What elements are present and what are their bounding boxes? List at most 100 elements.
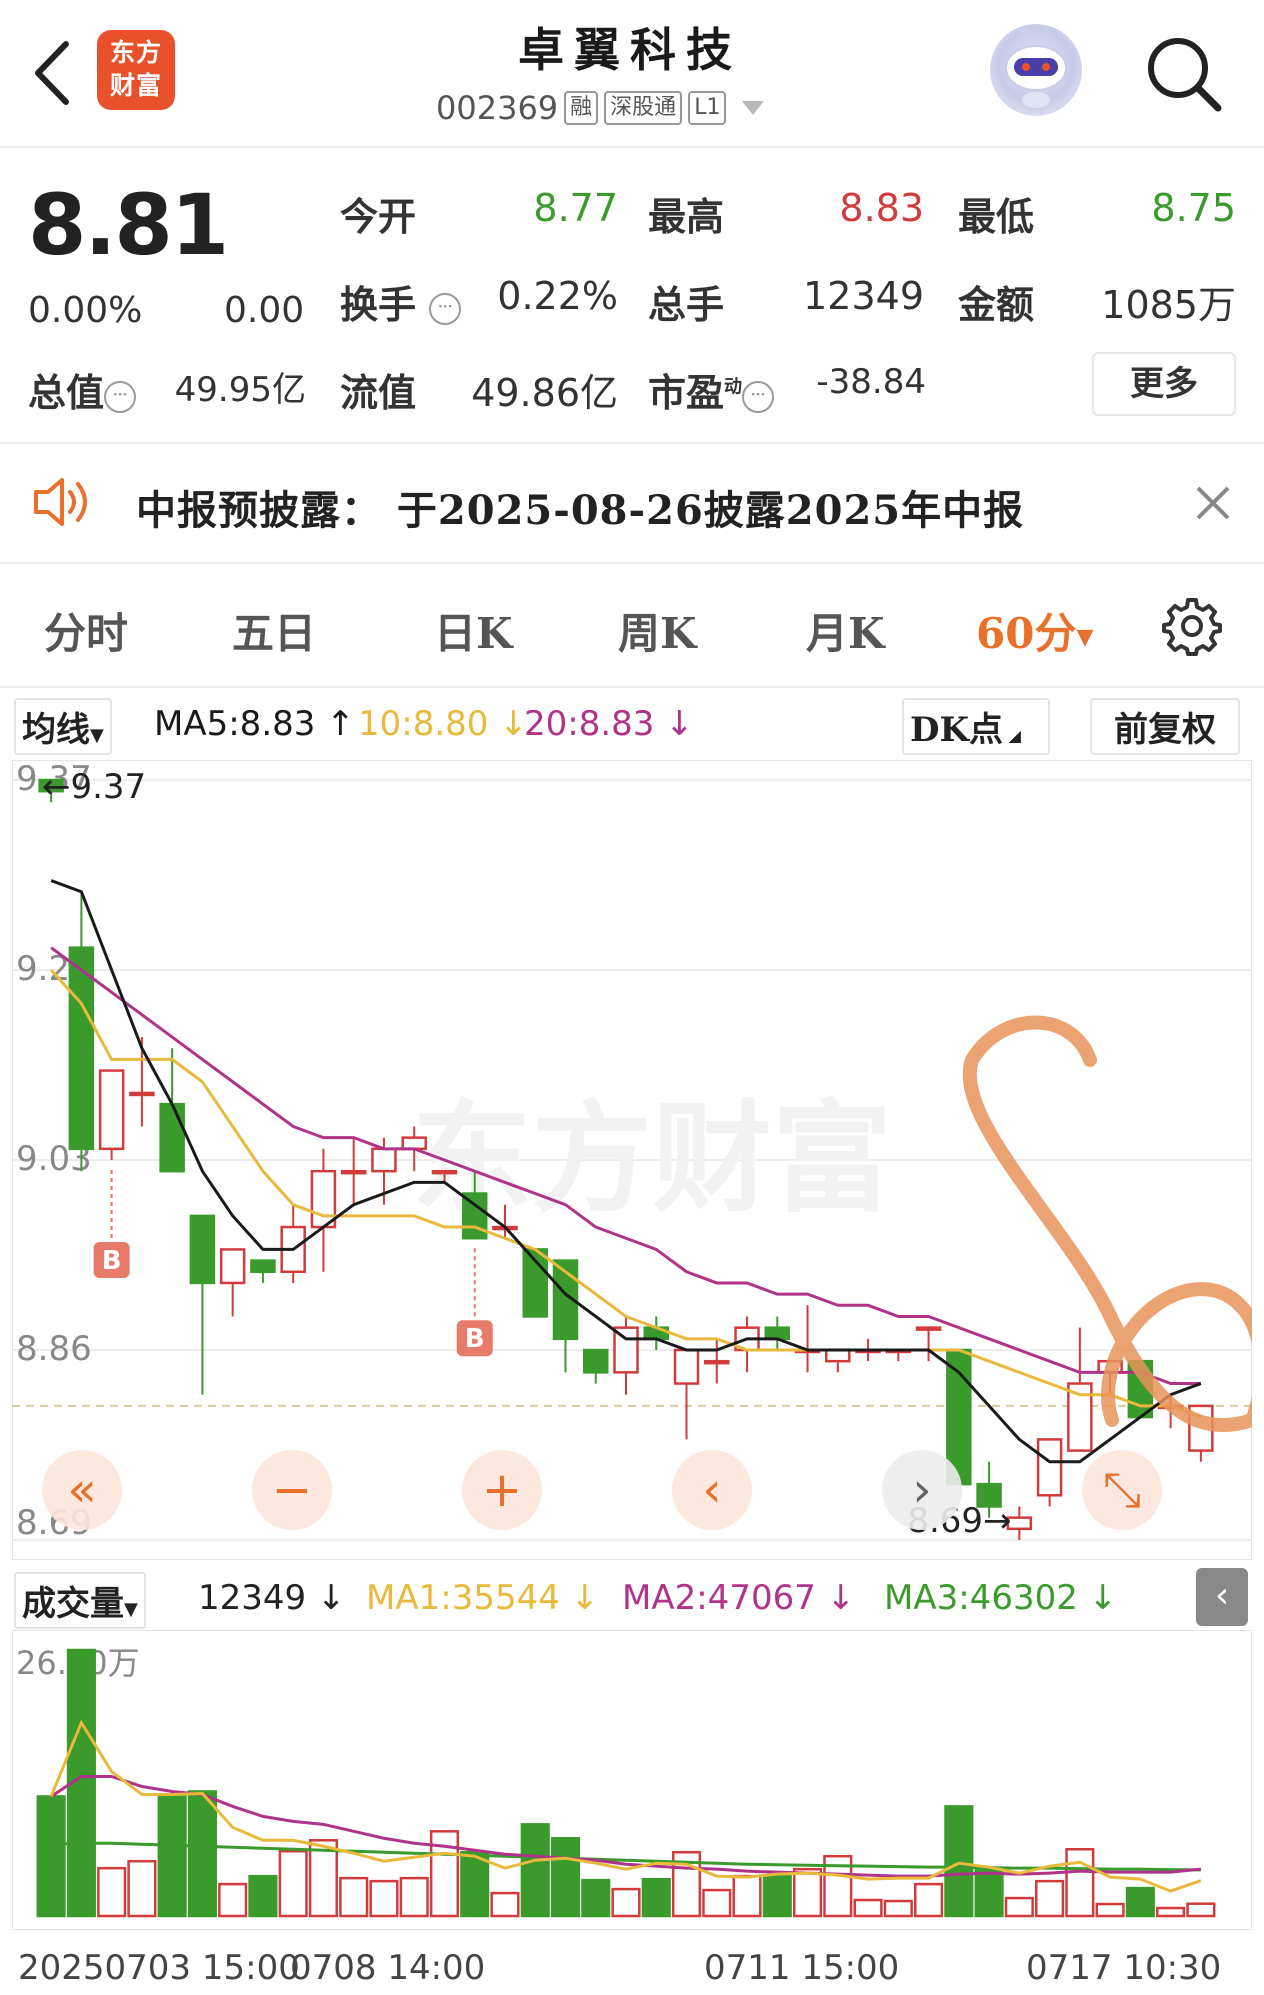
tab-60min[interactable]: 60分▼ (976, 600, 1093, 661)
volume-bar (157, 1795, 187, 1918)
tab-monthly-k[interactable]: 月K (806, 600, 885, 661)
zoom-out-icon[interactable]: − (252, 1450, 332, 1530)
amount-label: 金额 (958, 282, 1035, 327)
amount-value: 1085万 (1101, 283, 1236, 327)
more-button[interactable]: 更多 (1092, 352, 1236, 416)
assistant-robot-icon[interactable] (990, 24, 1082, 116)
mktcap-label-text: 总值 (28, 370, 105, 415)
time-axis: 20250703 15:00 0708 14:00 0711 15:00 071… (0, 1940, 1264, 1995)
tab-weekly-k[interactable]: 周K (618, 600, 697, 661)
volume-bar (278, 1849, 308, 1918)
ma-selector[interactable]: 均线▼ (14, 698, 112, 755)
ma5-value: MA5:8.83 ↑ (154, 704, 355, 744)
candlestick-chart[interactable]: 9.379.209.038.868.69东方财富BB←9.378.69→«−+‹… (12, 760, 1252, 1560)
volume-bar (1065, 1848, 1095, 1918)
info-icon[interactable]: ··· (429, 292, 462, 325)
open-value: 8.77 (533, 186, 618, 230)
volume-legend-row: 成交量▼ 12349 ↓ MA1:35544 ↓ MA2:47067 ↓ MA3… (14, 1568, 1254, 1629)
y-tick-label: 8.86 (16, 1329, 92, 1369)
volume-bar (702, 1888, 732, 1918)
mktcap-value: 49.95亿 (174, 370, 306, 410)
stock-code-row[interactable]: 002369 融 深股通 L1 (436, 88, 765, 128)
vol-ma2: MA2:47067 ↓ (622, 1578, 856, 1618)
prev-icon[interactable]: ‹ (672, 1450, 752, 1530)
info-icon[interactable]: ··· (742, 380, 775, 413)
vol-ma1-text: MA1:35544 (366, 1578, 560, 1618)
float-value: 49.86亿 (471, 371, 618, 415)
x-label-1: 0708 14:00 (290, 1948, 486, 1988)
turnover-value: 0.22% (497, 274, 618, 318)
volume-bar (550, 1837, 581, 1918)
candle-body (401, 1136, 427, 1151)
logo-text-bottom: 财富 (109, 71, 162, 100)
control-glyph: « (67, 1462, 96, 1518)
candle-body (704, 1359, 730, 1365)
stock-code: 002369 (436, 89, 559, 127)
volume-bar (732, 1874, 762, 1918)
pe-value: -38.84 (816, 362, 926, 402)
next-icon[interactable]: › (882, 1450, 962, 1530)
tab-five-day[interactable]: 五日 (232, 600, 316, 661)
dk-point-button[interactable]: DK点 ◢ (902, 698, 1050, 755)
volume-bar (1125, 1886, 1155, 1918)
turnover-label-text: 换手 (340, 282, 417, 327)
volume-bar (520, 1823, 550, 1918)
volume-bar (460, 1850, 490, 1918)
volume-label: 总手 (648, 282, 725, 327)
rewind-icon[interactable]: « (42, 1450, 122, 1530)
volume-bar (1156, 1906, 1186, 1918)
info-icon[interactable]: ··· (104, 380, 137, 413)
candle-body (1036, 1438, 1063, 1497)
volume-bar (1186, 1902, 1216, 1918)
back-arrow-icon[interactable] (28, 38, 78, 108)
volume-bar (36, 1795, 66, 1918)
caret-down-icon: ▼ (124, 1599, 138, 1620)
zoom-in-icon[interactable]: + (462, 1450, 542, 1530)
volume-chart[interactable]: 26.70万 (12, 1630, 1252, 1930)
volume-bar (762, 1874, 792, 1918)
ma10-value: 10:8.80 ↓ (358, 704, 528, 744)
candle-body (371, 1147, 397, 1173)
tag-level: L1 (688, 91, 727, 125)
volume-bar (1004, 1896, 1034, 1918)
vol-ma3: MA3:46302 ↓ (884, 1578, 1118, 1618)
fullscreen-icon[interactable]: ⤡ (1082, 1450, 1162, 1530)
adjust-button[interactable]: 前复权 (1090, 698, 1240, 755)
mktcap-label: 总值 ··· (28, 362, 137, 417)
speaker-icon (32, 474, 94, 530)
pe-dynamic-sup: 动 (724, 376, 743, 398)
volume-value-text: 12349 (198, 1578, 307, 1618)
notice-text[interactable]: 中报预披露： 于2025-08-26披露2025年中报 (136, 478, 1024, 536)
candle-body (129, 1091, 155, 1097)
candle-body (340, 1169, 367, 1175)
tag-margin: 融 (564, 91, 599, 125)
gear-icon[interactable] (1162, 596, 1222, 656)
volume-bar (127, 1859, 157, 1918)
search-icon[interactable] (1140, 30, 1226, 116)
float-label: 流值 (340, 370, 417, 415)
ma10-text: 10:8.80 (358, 704, 489, 744)
volume-bar (399, 1876, 429, 1918)
pe-label: 市盈动 ··· (648, 362, 775, 417)
volume-bar (974, 1866, 1004, 1918)
high-marker: ←9.37 (42, 767, 146, 807)
ma-legend-row: 均线▼ MA5:8.83 ↑ 10:8.80 ↓ 20:8.83 ↓ DK点 ◢… (14, 694, 1254, 755)
tab-daily-k[interactable]: 日K (434, 600, 513, 661)
eastmoney-logo[interactable]: 东方 财富 (97, 30, 175, 110)
collapse-panel-icon[interactable]: ‹ (1196, 1568, 1248, 1626)
volume-bar (944, 1805, 974, 1918)
volume-value: 12349 ↓ (198, 1578, 346, 1618)
control-glyph: − (272, 1462, 312, 1518)
candle-body (189, 1214, 216, 1285)
volume-bar (853, 1898, 883, 1918)
volume-bar (1035, 1879, 1065, 1918)
volume-bar (369, 1879, 399, 1918)
logo-text-top: 东方 (109, 38, 162, 67)
candle-body (250, 1259, 276, 1274)
caret-down-icon[interactable] (742, 101, 765, 115)
volume-selector[interactable]: 成交量▼ (14, 1572, 146, 1629)
dk-label: DK点 (910, 710, 1004, 750)
tab-intraday[interactable]: 分时 (44, 600, 128, 661)
close-icon[interactable] (1190, 480, 1236, 526)
control-glyph: ⤡ (1103, 1462, 1141, 1518)
